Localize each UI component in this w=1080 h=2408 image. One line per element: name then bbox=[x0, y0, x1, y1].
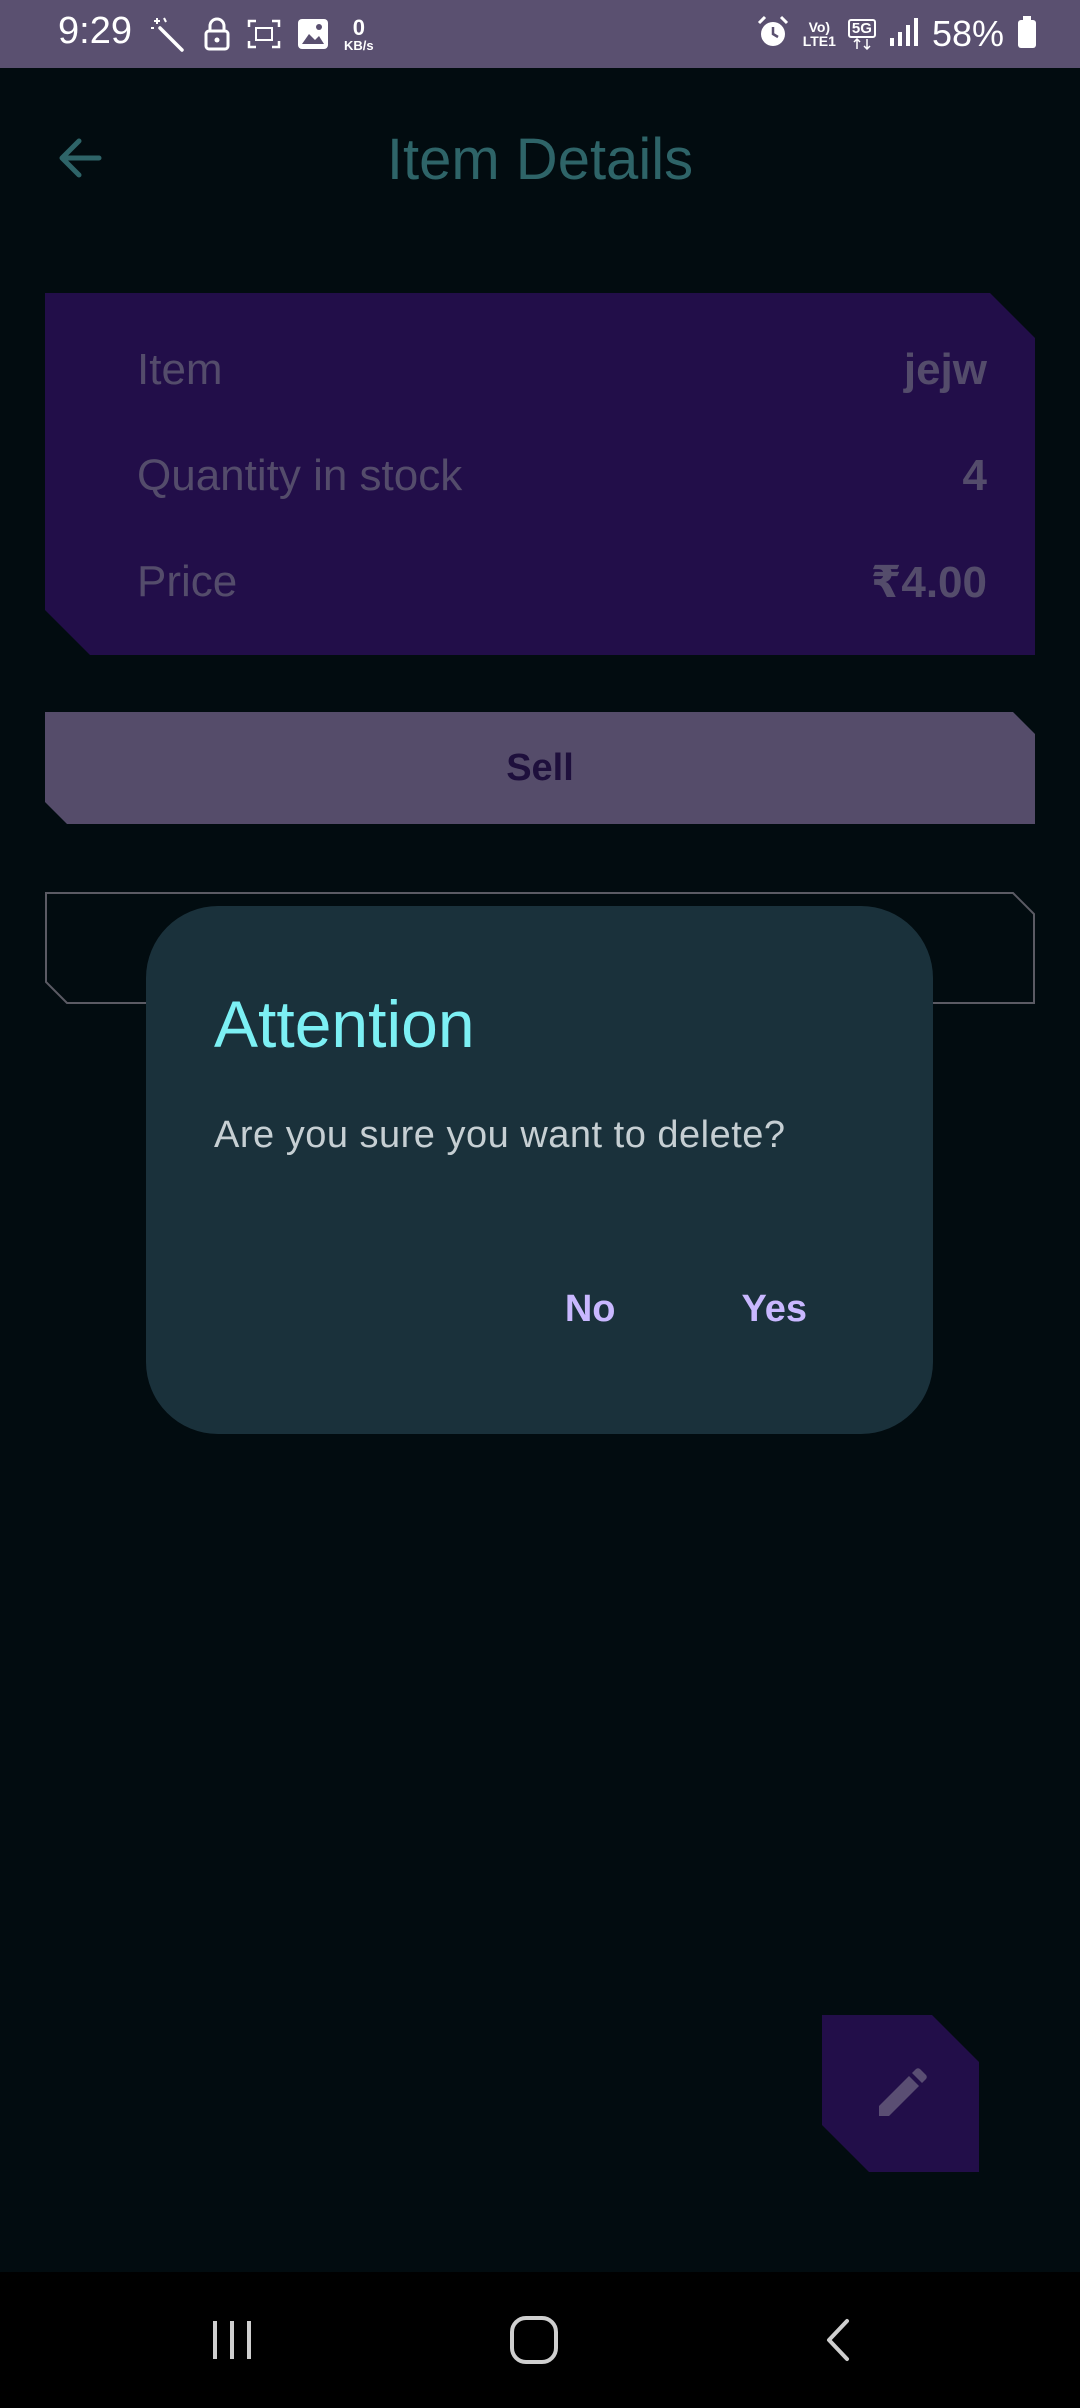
alarm-icon bbox=[755, 14, 791, 55]
edit-pencil-icon bbox=[878, 2067, 927, 2116]
system-nav-bar bbox=[0, 2272, 1080, 2408]
recents-button[interactable] bbox=[182, 2300, 282, 2380]
quantity-value: 4 bbox=[962, 451, 987, 500]
recents-icon bbox=[213, 2321, 251, 2359]
dialog-yes-button[interactable]: Yes bbox=[715, 1268, 833, 1351]
nav-back-button[interactable] bbox=[790, 2300, 890, 2380]
data-arrows-icon bbox=[853, 37, 871, 50]
item-value: jejw bbox=[903, 345, 987, 394]
page-title: Item Details bbox=[386, 127, 694, 192]
dialog-actions: No Yes bbox=[539, 1268, 833, 1351]
detail-row-item: Item jejw bbox=[137, 340, 987, 400]
magic-wand-icon bbox=[148, 14, 188, 54]
sell-button-label: Sell bbox=[506, 746, 574, 789]
detail-row-price: Price ₹4.00 bbox=[137, 552, 987, 612]
network-type: 5G bbox=[847, 18, 876, 50]
edit-fab[interactable] bbox=[822, 2015, 979, 2172]
volte-indicator: Vo) LTE1 bbox=[803, 20, 836, 48]
image-icon bbox=[296, 17, 330, 51]
item-details-card: Item jejw Quantity in stock 4 Price ₹4.0… bbox=[45, 293, 1035, 655]
status-bar: 9:29 0 KB/s Vo) LTE1 5G 58% bbox=[0, 0, 1080, 68]
home-button[interactable] bbox=[484, 2300, 584, 2380]
status-icons-left: 0 KB/s bbox=[148, 14, 374, 54]
price-value: ₹4.00 bbox=[870, 557, 987, 607]
back-icon bbox=[827, 2319, 849, 2361]
dialog-no-button[interactable]: No bbox=[539, 1268, 642, 1351]
data-speed-value: 0 bbox=[352, 14, 365, 40]
screen: 9:29 0 KB/s Vo) LTE1 5G 58% Item Details… bbox=[0, 0, 1080, 2408]
battery-percent: 58% bbox=[931, 13, 1004, 54]
volte-top: Vo) bbox=[808, 19, 831, 35]
lock-icon bbox=[202, 16, 232, 52]
home-icon bbox=[510, 2316, 558, 2364]
screenshot-icon bbox=[246, 17, 282, 51]
detail-row-quantity: Quantity in stock 4 bbox=[137, 446, 987, 506]
status-time: 9:29 bbox=[58, 10, 132, 52]
data-speed: 0 KB/s bbox=[344, 14, 374, 53]
battery-icon bbox=[1016, 15, 1038, 54]
top-app-bar: Item Details bbox=[0, 68, 1080, 252]
data-speed-unit: KB/s bbox=[344, 37, 374, 53]
dialog-title: Attention bbox=[214, 987, 475, 1061]
signal-icon bbox=[888, 16, 920, 53]
confirm-delete-dialog: Attention Are you sure you want to delet… bbox=[146, 906, 933, 1434]
status-icons-right: Vo) LTE1 5G 58% bbox=[755, 12, 1038, 56]
volte-bottom: LTE1 bbox=[802, 33, 836, 49]
network-type-label: 5G bbox=[847, 18, 876, 38]
price-label: Price bbox=[137, 557, 238, 606]
item-label: Item bbox=[137, 345, 223, 394]
quantity-label: Quantity in stock bbox=[137, 451, 463, 500]
dialog-message: Are you sure you want to delete? bbox=[214, 1114, 786, 1156]
sell-button[interactable]: Sell bbox=[45, 712, 1035, 824]
